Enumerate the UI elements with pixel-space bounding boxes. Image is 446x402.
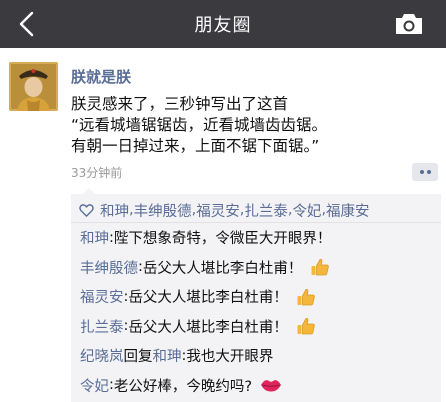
commenter-name[interactable]: 纪晓岚 — [80, 345, 124, 366]
post-line: 有朝一日掉过来，上面不锯下面锯。” — [71, 137, 320, 155]
likes-row: 和珅, 丰绅殷德, 福灵安, 扎兰泰, 令妃, 福康安 — [71, 194, 441, 223]
camera-icon[interactable] — [394, 12, 424, 36]
author-name[interactable]: 朕就是朕 — [71, 66, 131, 87]
emperor-portrait-image — [9, 62, 58, 111]
liker-name[interactable]: 和珅 — [100, 200, 129, 221]
comment-text: 老公好棒，今晚约吗? — [113, 378, 253, 395]
heart-outline-icon — [79, 203, 94, 217]
comment-item[interactable]: 纪晓岚 回复 和珅: 我也大开眼界 — [71, 341, 441, 371]
page-title: 朋友圈 — [194, 15, 252, 36]
liker-name[interactable]: 丰绅殷德 — [134, 200, 192, 221]
comment-item[interactable]: 令妃: 老公好棒，今晚约吗? — [71, 371, 441, 401]
comment-item[interactable]: 丰绅殷德: 岳父大人堪比李白杜甫！ — [71, 253, 441, 283]
comment-text: 岳父大人堪比李白杜甫！ — [142, 260, 303, 277]
post-line: “远看城墙锯锯齿，近看城墙齿齿锯。 — [71, 116, 328, 134]
post-content: 朕灵感来了，三秒钟写出了这首 “远看城墙锯锯齿，近看城墙齿齿锯。 有朝一日掉过来… — [71, 94, 439, 157]
commenter-name[interactable]: 扎兰泰 — [80, 316, 124, 337]
comment-box: 和珅, 丰绅殷德, 福灵安, 扎兰泰, 令妃, 福康安 和珅: 陛下想象奇特，令微臣大开眼界… — [71, 188, 441, 402]
thumbs-up-icon — [297, 288, 315, 306]
reply-label: 回复 — [123, 349, 153, 366]
thumbs-up-icon — [297, 318, 315, 335]
comment-text: 岳父大人堪比李白杜甫！ — [128, 319, 288, 336]
moment-post: 朕就是朕 朕灵感来了，三秒钟写出了这首 “远看城墙锯锯齿，近看城墙齿齿锯。 有朝… — [0, 48, 446, 402]
comment-item[interactable]: 扎兰泰: 岳父大人堪比李白杜甫！ — [71, 312, 441, 342]
thumbs-up-icon — [311, 259, 330, 276]
author-avatar[interactable] — [9, 62, 58, 111]
liker-name[interactable]: 福灵安 — [196, 200, 240, 221]
commenter-name[interactable]: 福灵安 — [80, 286, 124, 307]
comment-text: 岳父大人堪比李白杜甫！ — [128, 290, 288, 307]
dot-icon — [419, 170, 424, 174]
comment-item[interactable]: 福灵安: 岳父大人堪比李白杜甫！ — [71, 282, 441, 312]
commenter-name[interactable]: 丰绅殷德 — [80, 257, 138, 278]
liker-name[interactable]: 扎兰泰 — [244, 200, 288, 221]
dot-icon — [426, 170, 431, 174]
comment-item[interactable]: 和珅: 陛下想象奇特，令微臣大开眼界！ — [71, 223, 441, 253]
liker-name[interactable]: 福康安 — [326, 200, 370, 221]
top-navbar: 朋友圈 — [0, 0, 446, 48]
kiss-lips-icon — [261, 380, 282, 392]
commenter-name[interactable]: 和珅 — [80, 227, 109, 248]
comment-text: 我也大开眼界 — [186, 349, 274, 366]
commenter-name[interactable]: 令妃 — [80, 375, 109, 396]
chevron-left-icon[interactable] — [14, 10, 40, 38]
reply-to-name[interactable]: 和珅 — [153, 345, 182, 366]
post-line: 朕灵感来了，三秒钟写出了这首 — [71, 95, 289, 113]
liker-name[interactable]: 令妃 — [292, 200, 321, 221]
post-timestamp: 33分钟前 — [71, 166, 123, 180]
comment-text: 陛下想象奇特，令微臣大开眼界！ — [113, 231, 332, 248]
more-actions-button[interactable] — [412, 163, 438, 181]
